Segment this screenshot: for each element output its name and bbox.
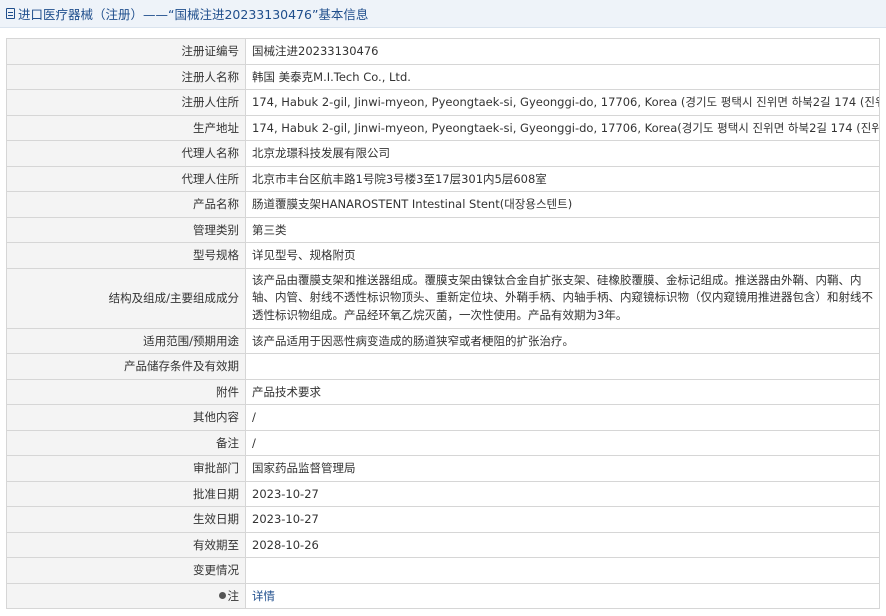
row-value: 2028-10-26 [245, 531, 880, 558]
table-row-valid-until: 有效期至 2028-10-26 [6, 531, 880, 558]
table-row-management-category: 管理类别 第三类 [6, 216, 880, 243]
row-label: 管理类别 [6, 216, 246, 243]
row-value [245, 557, 880, 584]
row-label: 有效期至 [6, 531, 246, 558]
row-value: 2023-10-27 [245, 506, 880, 533]
row-label: 代理人住所 [6, 165, 246, 192]
row-label: 注册证编号 [6, 38, 246, 65]
row-label: 产品名称 [6, 191, 246, 218]
table-row-model-spec: 型号规格 详见型号、规格附页 [6, 242, 880, 269]
row-value: 国械注进20233130476 [245, 38, 880, 65]
table-row-remarks: 备注 / [6, 429, 880, 456]
row-value: 韩国 美泰克M.I.Tech Co., Ltd. [245, 63, 880, 90]
row-label: 注册人住所 [6, 89, 246, 116]
bullet-icon [218, 591, 226, 599]
row-value: 北京市丰台区航丰路1号院3号楼3至17层301内5层608室 [245, 165, 880, 192]
row-label: 代理人名称 [6, 140, 246, 167]
table-row-approval-date: 批准日期 2023-10-27 [6, 480, 880, 507]
table-row-storage-validity: 产品储存条件及有效期 [6, 353, 880, 380]
table-row-production-address: 生产地址 174, Habuk 2-gil, Jinwi-myeon, Pyeo… [6, 114, 880, 141]
details-link[interactable]: 详情 [252, 589, 275, 603]
row-label: 附件 [6, 378, 246, 405]
table-row-note: 注 详情 [6, 582, 880, 609]
row-value [245, 353, 880, 380]
table-row-agent-name: 代理人名称 北京龙璟科技发展有限公司 [6, 140, 880, 167]
table-row-registration-number: 注册证编号 国械注进20233130476 [6, 38, 880, 65]
table-row-intended-use: 适用范围/预期用途 该产品适用于因恶性病变造成的肠道狭窄或者梗阻的扩张治疗。 [6, 327, 880, 354]
table-row-change-status: 变更情况 [6, 557, 880, 584]
document-icon [6, 8, 15, 19]
row-label: 批准日期 [6, 480, 246, 507]
note-value-cell: 详情 [245, 582, 880, 609]
row-label: 生效日期 [6, 506, 246, 533]
row-value: / [245, 404, 880, 431]
row-label: 其他内容 [6, 404, 246, 431]
row-value: 该产品由覆膜支架和推送器组成。覆膜支架由镍钛合金自扩张支架、硅橡胶覆膜、金标记组… [245, 267, 880, 329]
table-row-registrant-address: 注册人住所 174, Habuk 2-gil, Jinwi-myeon, Pye… [6, 89, 880, 116]
note-label: 注 [227, 588, 240, 603]
table-row-agent-address: 代理人住所 北京市丰台区航丰路1号院3号楼3至17层301内5层608室 [6, 165, 880, 192]
table-row-effective-date: 生效日期 2023-10-27 [6, 506, 880, 533]
row-value: 174, Habuk 2-gil, Jinwi-myeon, Pyeongtae… [245, 114, 880, 141]
table-row-registrant-name: 注册人名称 韩国 美泰克M.I.Tech Co., Ltd. [6, 63, 880, 90]
table-row-product-name: 产品名称 肠道覆膜支架HANAROSTENT Intestinal Stent(… [6, 191, 880, 218]
table-row-approval-department: 审批部门 国家药品监督管理局 [6, 455, 880, 482]
row-value: 第三类 [245, 216, 880, 243]
row-value: 174, Habuk 2-gil, Jinwi-myeon, Pyeongtae… [245, 89, 880, 116]
row-value: 肠道覆膜支架HANAROSTENT Intestinal Stent(대장용스텐… [245, 191, 880, 218]
row-label: 结构及组成/主要组成成分 [6, 267, 246, 329]
row-label: 审批部门 [6, 455, 246, 482]
row-label: 产品储存条件及有效期 [6, 353, 246, 380]
row-value: 详见型号、规格附页 [245, 242, 880, 269]
info-table: 注册证编号 国械注进20233130476 注册人名称 韩国 美泰克M.I.Te… [6, 38, 880, 609]
table-row-attachment: 附件 产品技术要求 [6, 378, 880, 405]
table-row-other-content: 其他内容 / [6, 404, 880, 431]
row-value: / [245, 429, 880, 456]
row-label: 注册人名称 [6, 63, 246, 90]
row-value: 国家药品监督管理局 [245, 455, 880, 482]
row-value: 2023-10-27 [245, 480, 880, 507]
page-header: 进口医疗器械（注册）——“国械注进20233130476”基本信息 [0, 0, 886, 28]
row-label: 备注 [6, 429, 246, 456]
row-value: 该产品适用于因恶性病变造成的肠道狭窄或者梗阻的扩张治疗。 [245, 327, 880, 354]
row-label: 型号规格 [6, 242, 246, 269]
table-row-structure-composition: 结构及组成/主要组成成分 该产品由覆膜支架和推送器组成。覆膜支架由镍钛合金自扩张… [6, 267, 880, 329]
row-label: 适用范围/预期用途 [6, 327, 246, 354]
row-value: 产品技术要求 [245, 378, 880, 405]
row-label: 生产地址 [6, 114, 246, 141]
row-value: 北京龙璟科技发展有限公司 [245, 140, 880, 167]
row-label: 变更情况 [6, 557, 246, 584]
page-title: 进口医疗器械（注册）——“国械注进20233130476”基本信息 [18, 7, 369, 22]
note-label-cell: 注 [6, 582, 246, 609]
